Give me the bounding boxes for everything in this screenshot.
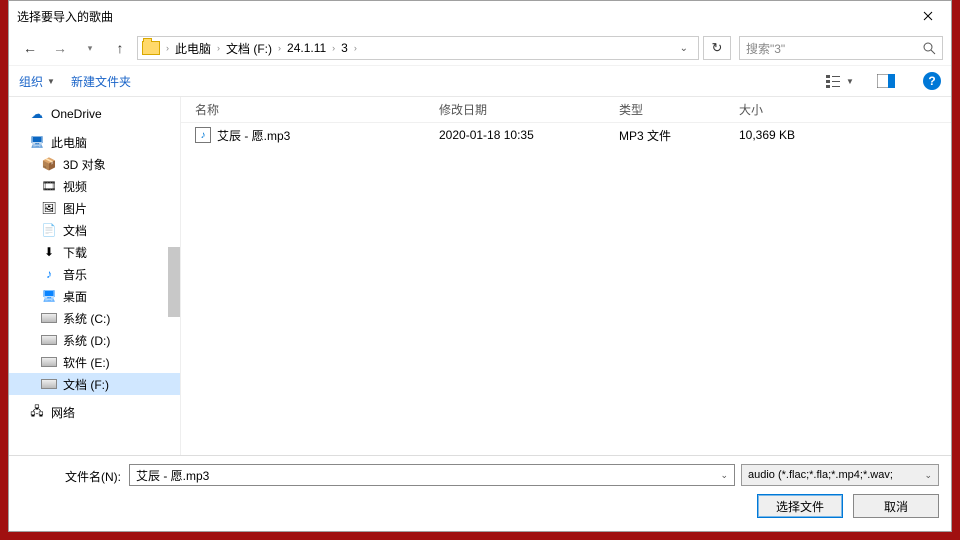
video-icon: 🎞 [41,179,57,193]
tree-item-selected[interactable]: 文档 (F:) [9,373,180,395]
tree-item[interactable]: 软件 (E:) [9,351,180,373]
address-bar[interactable]: › 此电脑 › 文档 (F:) › 24.1.11 › 3 › ⌄ [137,36,699,60]
chevron-right-icon: › [217,43,220,53]
organize-button[interactable]: 组织▼ [19,73,55,90]
tree-item[interactable]: 📦3D 对象 [9,153,180,175]
network-icon: 🖧 [29,405,45,419]
disk-icon [41,333,57,347]
file-row[interactable]: ♪ 艾辰 - 愿.mp3 2020-01-18 10:35 MP3 文件 10,… [181,123,951,147]
col-date[interactable]: 修改日期 [439,101,619,118]
tree-network[interactable]: 🖧 网络 [9,401,180,423]
search-placeholder: 搜索"3" [746,40,785,57]
chevron-down-icon[interactable]: ⌄ [720,470,728,481]
file-size: 10,369 KB [739,128,839,142]
filename-label: 文件名(N): [9,468,127,485]
view-options-button[interactable]: ▼ [825,70,855,92]
preview-pane-button[interactable] [871,70,901,92]
recent-dropdown[interactable]: ▾ [77,35,103,61]
col-type[interactable]: 类型 [619,101,739,118]
disk-icon [41,311,57,325]
file-open-dialog: 选择要导入的歌曲 ← → ▾ ↑ › 此电脑 › 文档 (F:) › 24.1.… [8,0,952,532]
desktop-icon: 🖥 [41,289,57,303]
tree-item[interactable]: 系统 (D:) [9,329,180,351]
chevron-right-icon: › [166,43,169,53]
music-icon: ♪ [41,267,57,281]
address-dropdown[interactable]: ⌄ [674,43,694,54]
audio-file-icon: ♪ [195,127,211,143]
document-icon: 📄 [41,223,57,237]
tree-item[interactable]: 📄文档 [9,219,180,241]
picture-icon: 🖼 [41,201,57,215]
column-headers[interactable]: 名称 修改日期 类型 大小 [181,97,951,123]
file-date: 2020-01-18 10:35 [439,128,619,142]
breadcrumb-segment[interactable]: 3 [337,39,352,57]
col-size[interactable]: 大小 [739,101,839,118]
chevron-down-icon: ▼ [846,77,854,86]
breadcrumb-segment[interactable]: 文档 (F:) [222,38,276,59]
back-button[interactable]: ← [17,35,43,61]
search-icon [923,42,936,55]
folder-3d-icon: 📦 [41,157,57,171]
download-icon: ⬇ [41,245,57,259]
search-input[interactable]: 搜索"3" [739,36,943,60]
folder-icon [142,41,160,55]
tree-scrollbar[interactable] [168,247,180,317]
tree-item[interactable]: 系统 (C:) [9,307,180,329]
chevron-right-icon: › [354,43,357,53]
close-button[interactable] [905,1,951,31]
tree-item[interactable]: ⬇下载 [9,241,180,263]
window-title: 选择要导入的歌曲 [17,8,113,25]
tree-item[interactable]: 🖥桌面 [9,285,180,307]
breadcrumb-segment[interactable]: 24.1.11 [283,39,330,57]
file-name: 艾辰 - 愿.mp3 [217,127,290,144]
disk-icon [41,377,57,391]
toolbar: 组织▼ 新建文件夹 ▼ ? [9,65,951,97]
tree-item[interactable]: 🖼图片 [9,197,180,219]
cloud-icon: ☁ [29,107,45,121]
tree-item[interactable]: ♪音乐 [9,263,180,285]
chevron-down-icon: ⌄ [924,470,932,481]
chevron-down-icon: ▼ [47,77,55,86]
chevron-right-icon: › [332,43,335,53]
disk-icon [41,355,57,369]
refresh-button[interactable]: ↻ [703,36,731,60]
new-folder-button[interactable]: 新建文件夹 [71,73,131,90]
pc-icon: 🖥 [29,135,45,149]
titlebar: 选择要导入的歌曲 [9,1,951,31]
file-type: MP3 文件 [619,127,739,144]
tree-item[interactable]: 🎞视频 [9,175,180,197]
forward-button[interactable]: → [47,35,73,61]
dialog-body: ☁ OneDrive 🖥 此电脑 📦3D 对象 🎞视频 🖼图片 📄文档 ⬇下载 … [9,97,951,455]
help-button[interactable]: ? [923,72,941,90]
breadcrumb-segment[interactable]: 此电脑 [171,38,215,59]
tree-this-pc[interactable]: 🖥 此电脑 [9,131,180,153]
chevron-right-icon: › [278,43,281,53]
file-list: 名称 修改日期 类型 大小 ♪ 艾辰 - 愿.mp3 2020-01-18 10… [181,97,951,455]
nav-row: ← → ▾ ↑ › 此电脑 › 文档 (F:) › 24.1.11 › 3 › … [9,31,951,65]
filename-input[interactable]: 艾辰 - 愿.mp3 ⌄ [129,464,735,486]
up-button[interactable]: ↑ [107,35,133,61]
folder-tree[interactable]: ☁ OneDrive 🖥 此电脑 📦3D 对象 🎞视频 🖼图片 📄文档 ⬇下载 … [9,97,181,455]
tree-onedrive[interactable]: ☁ OneDrive [9,103,180,125]
dialog-footer: 文件名(N): 艾辰 - 愿.mp3 ⌄ audio (*.flac;*.fla… [9,455,951,531]
col-name[interactable]: 名称 [189,101,439,118]
cancel-button[interactable]: 取消 [853,494,939,518]
file-type-filter[interactable]: audio (*.flac;*.fla;*.mp4;*.wav; ⌄ [741,464,939,486]
open-button[interactable]: 选择文件 [757,494,843,518]
